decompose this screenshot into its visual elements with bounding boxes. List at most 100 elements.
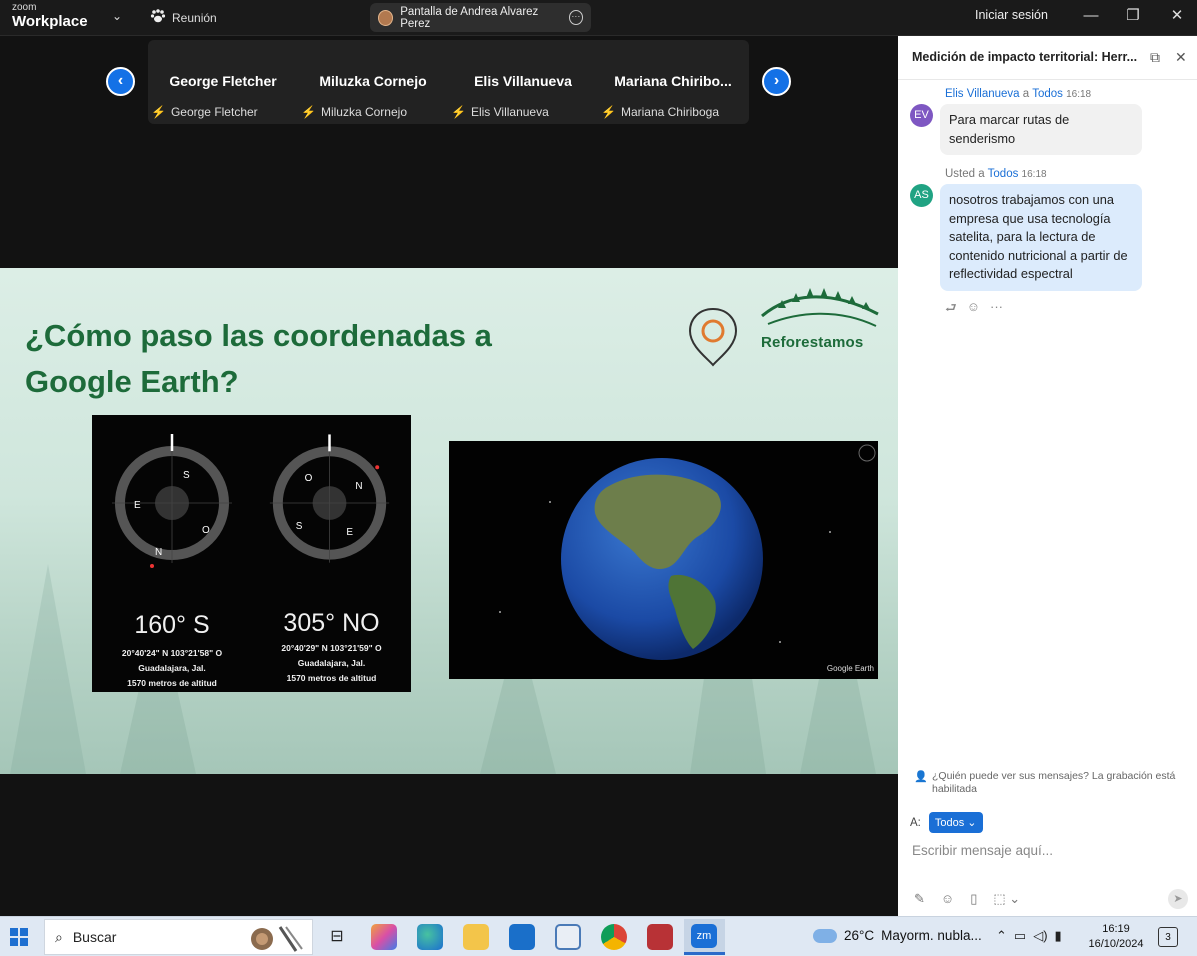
- message-input[interactable]: [912, 839, 1182, 861]
- signin-button[interactable]: Iniciar sesión: [975, 8, 1048, 22]
- participant-gallery: George Fletcher ⚡ George Fletcher Miluzka…: [148, 40, 749, 124]
- search-highlight-icon: [251, 926, 303, 952]
- system-tray: ⌃ ▭ ◁) ▮: [996, 928, 1062, 944]
- compass-heading: 160° S: [134, 611, 210, 639]
- access-icon[interactable]: [647, 924, 673, 950]
- avatar: EV: [910, 104, 933, 127]
- taskbar-search[interactable]: ⌕ Buscar: [44, 919, 313, 955]
- sender-name[interactable]: Elis Villanueva: [945, 88, 1020, 100]
- participant-label-text: Mariana Chiriboga: [620, 105, 720, 119]
- mic-muted-icon: ⚡: [301, 105, 316, 119]
- close-icon[interactable]: ✕: [1167, 6, 1187, 26]
- tree-decoration: [10, 564, 86, 774]
- gallery-prev-button[interactable]: ‹: [106, 67, 135, 96]
- recipient-row: A: Todos ⌄: [910, 812, 983, 833]
- store-icon[interactable]: [555, 924, 581, 950]
- search-label: Buscar: [72, 929, 117, 945]
- emoji-icon[interactable]: ☺: [941, 891, 954, 907]
- title-bar: zoom Workplace ⌄ Reunión Pantalla de And…: [0, 0, 1197, 36]
- copilot-icon[interactable]: [371, 924, 397, 950]
- svg-text:S: S: [296, 521, 303, 532]
- windows-start-icon[interactable]: [10, 928, 28, 946]
- privacy-note[interactable]: 👤 ¿Quién puede ver sus mensajes? La grab…: [914, 770, 1189, 796]
- meeting-menu[interactable]: Reunión: [150, 9, 217, 26]
- add-reaction-icon[interactable]: ☺: [967, 299, 980, 321]
- chat-toolbar: ✎ ☺ ▯ ⬚ ⌄: [914, 891, 1020, 907]
- compass-place: Guadalajara, Jal.: [297, 658, 366, 668]
- mic-muted-icon: ⚡: [151, 105, 166, 119]
- participant-tile[interactable]: Elis Villanueva ⚡ Elis Villanueva: [448, 40, 598, 124]
- volume-icon[interactable]: ◁): [1033, 928, 1047, 944]
- google-earth-watermark: Google Earth: [826, 664, 874, 673]
- chevron-down-icon[interactable]: ⌄: [112, 9, 122, 23]
- participant-tile[interactable]: Miluzka Cornejo ⚡ Miluzka Cornejo: [298, 40, 448, 124]
- compass-screenshot-1: S E O N 160° S 20°40'24" N 103°21'58" O …: [92, 415, 252, 692]
- compass-altitude: 1570 metros de altitud: [286, 673, 377, 683]
- zoom-taskbar-button[interactable]: zm: [684, 919, 725, 955]
- screenshot-icon[interactable]: ⬚ ⌄: [993, 891, 1020, 907]
- message-bubble[interactable]: Para marcar rutas de senderismo: [940, 104, 1142, 155]
- to-label: A:: [910, 816, 921, 829]
- outlook-icon[interactable]: [509, 924, 535, 950]
- weather-widget[interactable]: 26°C Mayorm. nubla...: [813, 928, 982, 943]
- file-icon[interactable]: ▯: [970, 891, 977, 907]
- weather-cloud-icon: [813, 928, 837, 943]
- microphone-icon[interactable]: ▮: [1055, 928, 1062, 944]
- compass-coords: 20°40'29" N 103°21'59" O: [281, 643, 382, 653]
- notification-icon[interactable]: 3: [1158, 927, 1178, 947]
- clock[interactable]: 16:19 16/10/2024: [1086, 922, 1146, 952]
- participant-label: ⚡ Miluzka Cornejo: [301, 105, 407, 119]
- participant-label-text: George Fletcher: [170, 105, 258, 119]
- network-icon[interactable]: ▭: [1014, 928, 1026, 944]
- slide-title: ¿Cómo paso las coordenadas a Google Eart…: [25, 318, 492, 399]
- compass-dial-icon: O N S E: [269, 434, 390, 563]
- zoom-window: zoom Workplace ⌄ Reunión Pantalla de And…: [0, 0, 1197, 956]
- message-header: Elis Villanueva a Todos 16:18: [945, 88, 1091, 100]
- svg-text:N: N: [355, 481, 362, 492]
- weather-desc: Mayorm. nubla...: [881, 928, 982, 943]
- gallery-next-button[interactable]: ›: [762, 67, 791, 96]
- zoom-workplace-logo[interactable]: zoom Workplace: [12, 3, 88, 30]
- meeting-label: Reunión: [172, 10, 217, 25]
- recipient-dropdown[interactable]: Todos ⌄: [928, 812, 983, 833]
- chevron-up-icon[interactable]: ⌃: [996, 928, 1007, 944]
- recipient-name[interactable]: Todos: [988, 168, 1019, 180]
- share-label: Pantalla de Andrea Alvarez Perez: [400, 5, 539, 30]
- message-time: 16:18: [1021, 169, 1047, 180]
- reply-icon[interactable]: ⮐: [945, 299, 957, 321]
- avatar: AS: [910, 184, 933, 207]
- format-icon[interactable]: ✎: [914, 891, 925, 907]
- brand-name: Workplace: [12, 13, 88, 30]
- task-view-icon[interactable]: ⊟: [324, 924, 350, 950]
- paw-icon: [150, 9, 166, 26]
- recipient-name[interactable]: Todos: [1032, 88, 1063, 100]
- minimize-icon[interactable]: —: [1081, 6, 1101, 26]
- restore-icon[interactable]: ❐: [1123, 6, 1143, 26]
- chrome-icon[interactable]: [601, 924, 627, 950]
- message-header: Usted a Todos 16:18: [945, 168, 1047, 180]
- more-options-icon[interactable]: ···: [568, 10, 583, 25]
- presenter-avatar: [378, 9, 394, 26]
- mic-muted-icon: ⚡: [601, 105, 616, 119]
- logo-text: Reforestamos: [761, 334, 864, 351]
- file-explorer-icon[interactable]: [463, 924, 489, 950]
- participant-tile[interactable]: Mariana Chiribo... ⚡ Mariana Chiriboga: [598, 40, 748, 124]
- svg-text:S: S: [183, 470, 190, 481]
- privacy-text: ¿Quién puede ver sus mensajes? La grabac…: [932, 770, 1176, 795]
- earth-globe-icon: [561, 444, 876, 660]
- compass-heading: 305° NO: [283, 609, 380, 637]
- screen-share-indicator[interactable]: Pantalla de Andrea Alvarez Perez ···: [370, 3, 591, 32]
- compass-altitude: 1570 metros de altitud: [127, 678, 217, 688]
- participant-name: Mariana Chiribo...: [614, 73, 732, 89]
- google-earth-screenshot: Google Earth: [449, 441, 878, 679]
- participant-name: Elis Villanueva: [474, 73, 572, 89]
- message-bubble[interactable]: nosotros trabajamos con una empresa que …: [940, 184, 1142, 291]
- more-icon[interactable]: ···: [990, 299, 1003, 321]
- participant-tile[interactable]: George Fletcher ⚡ George Fletcher: [148, 40, 298, 124]
- message-time: 16:18: [1066, 89, 1092, 100]
- edge-icon[interactable]: [417, 924, 443, 950]
- pop-out-icon[interactable]: ⧉: [1150, 49, 1160, 66]
- svg-text:O: O: [305, 473, 313, 484]
- send-icon[interactable]: ➤: [1168, 889, 1188, 909]
- close-icon[interactable]: ✕: [1175, 49, 1187, 66]
